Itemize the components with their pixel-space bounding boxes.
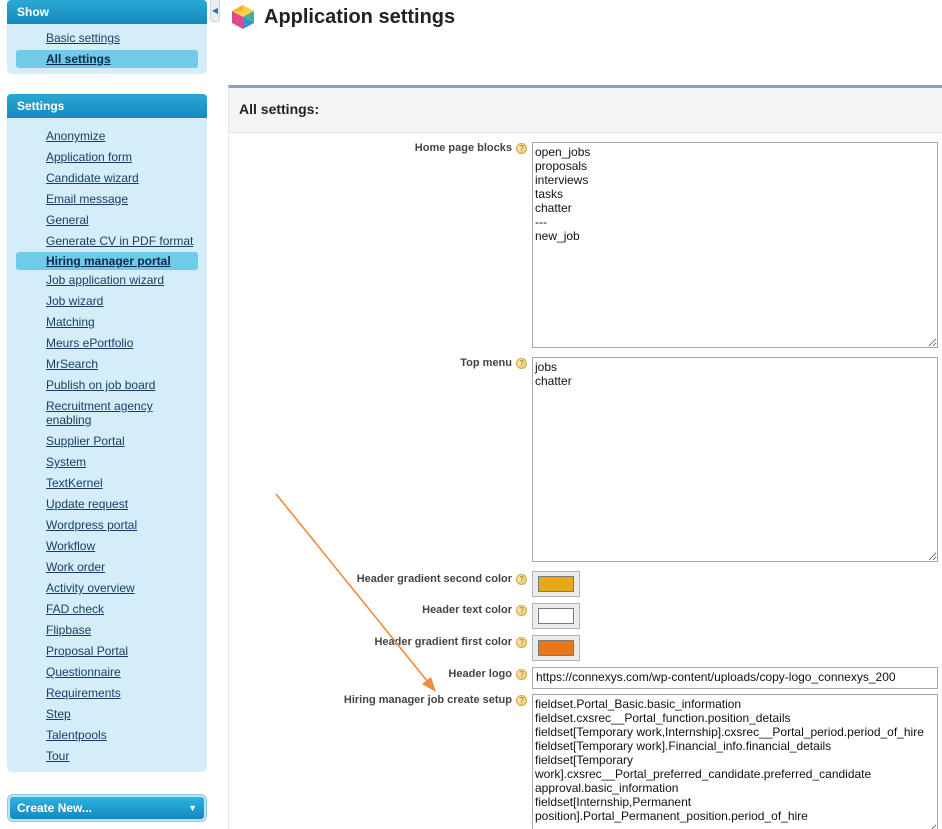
settings-item-mrsearch[interactable]: MrSearch <box>7 354 207 375</box>
color-swatch <box>538 608 574 624</box>
help-icon[interactable]: ? <box>516 605 527 616</box>
settings-panel: Anonymize Application form Candidate wiz… <box>7 118 207 772</box>
settings-item-tour[interactable]: Tour <box>7 746 207 767</box>
settings-item-anonymize[interactable]: Anonymize <box>7 126 207 147</box>
help-icon[interactable]: ? <box>516 143 527 154</box>
settings-item-talentpools[interactable]: Talentpools <box>7 725 207 746</box>
color-swatch <box>538 640 574 656</box>
create-new-button[interactable]: Create New... ▼ <box>8 795 206 821</box>
sidebar-collapse-toggle[interactable]: ◀ <box>210 0 220 22</box>
header-gradient-first-color-picker[interactable] <box>532 635 580 661</box>
help-icon[interactable]: ? <box>516 637 527 648</box>
header-gradient-second-color-picker[interactable] <box>532 571 580 597</box>
chevron-down-icon: ▼ <box>188 803 197 813</box>
settings-item-flipbase[interactable]: Flipbase <box>7 620 207 641</box>
help-icon[interactable]: ? <box>516 669 527 680</box>
settings-item-activity-overview[interactable]: Activity overview <box>7 578 207 599</box>
show-panel-header: Show <box>7 0 207 24</box>
header-logo-input[interactable]: https://connexys.com/wp-content/uploads/… <box>532 667 938 689</box>
settings-item-publish-on-job-board[interactable]: Publish on job board <box>7 375 207 396</box>
app-settings-icon <box>232 5 254 29</box>
create-new-label: Create New... <box>17 801 92 815</box>
settings-panel-title: Settings <box>17 99 65 113</box>
hiring-manager-job-create-setup-label: Hiring manager job create setup <box>343 694 512 706</box>
settings-item-recruitment-agency-enabling[interactable]: Recruitment agency enabling <box>7 396 207 431</box>
help-icon[interactable]: ? <box>516 574 527 585</box>
settings-item-proposal-portal[interactable]: Proposal Portal <box>7 641 207 662</box>
settings-item-email-message[interactable]: Email message <box>7 189 207 210</box>
settings-item-job-application-wizard[interactable]: Job application wizard <box>7 270 207 291</box>
settings-item-matching[interactable]: Matching <box>7 312 207 333</box>
settings-item-supplier-portal[interactable]: Supplier Portal <box>7 431 207 452</box>
top-menu-textarea[interactable]: jobs chatter <box>532 357 938 562</box>
settings-item-general[interactable]: General <box>7 210 207 231</box>
settings-item-fad-check[interactable]: FAD check <box>7 599 207 620</box>
settings-item-system[interactable]: System <box>7 452 207 473</box>
section-title: All settings: <box>229 88 942 133</box>
settings-item-job-wizard[interactable]: Job wizard <box>7 291 207 312</box>
color-swatch <box>538 576 574 592</box>
chevron-left-icon: ◀ <box>211 6 219 15</box>
settings-item-wordpress-portal[interactable]: Wordpress portal <box>7 515 207 536</box>
top-menu-label: Top menu <box>460 357 512 369</box>
hiring-manager-job-create-setup-textarea[interactable]: fieldset.Portal_Basic.basic_information … <box>532 694 938 829</box>
show-panel-title: Show <box>17 5 49 19</box>
settings-item-meurs-eportfolio[interactable]: Meurs ePortfolio <box>7 333 207 354</box>
header-logo-label: Header logo <box>448 668 512 680</box>
home-page-blocks-textarea[interactable]: open_jobs proposals interviews tasks cha… <box>532 142 938 348</box>
show-item-all-settings[interactable]: All settings <box>16 50 198 68</box>
settings-item-application-form[interactable]: Application form <box>7 147 207 168</box>
header-text-color-picker[interactable] <box>532 603 580 629</box>
help-icon[interactable]: ? <box>516 695 527 706</box>
settings-panel-header: Settings <box>7 94 207 118</box>
show-item-basic-settings[interactable]: Basic settings <box>7 30 207 50</box>
settings-item-hiring-manager-portal[interactable]: Hiring manager portal <box>16 252 198 270</box>
show-panel: Basic settings All settings <box>7 24 207 74</box>
help-icon[interactable]: ? <box>516 358 527 369</box>
page-title: Application settings <box>264 6 456 28</box>
settings-item-work-order[interactable]: Work order <box>7 557 207 578</box>
settings-item-generate-cv-pdf[interactable]: Generate CV in PDF format <box>7 231 207 252</box>
settings-item-candidate-wizard[interactable]: Candidate wizard <box>7 168 207 189</box>
settings-item-questionnaire[interactable]: Questionnaire <box>7 662 207 683</box>
settings-item-requirements[interactable]: Requirements <box>7 683 207 704</box>
home-page-blocks-label: Home page blocks <box>414 142 512 154</box>
settings-item-workflow[interactable]: Workflow <box>7 536 207 557</box>
header-gradient-second-color-label: Header gradient second color <box>356 573 512 585</box>
settings-item-step[interactable]: Step <box>7 704 207 725</box>
header-gradient-first-color-label: Header gradient first color <box>374 636 512 648</box>
settings-item-update-request[interactable]: Update request <box>7 494 207 515</box>
settings-item-textkernel[interactable]: TextKernel <box>7 473 207 494</box>
header-text-color-label: Header text color <box>422 604 512 616</box>
